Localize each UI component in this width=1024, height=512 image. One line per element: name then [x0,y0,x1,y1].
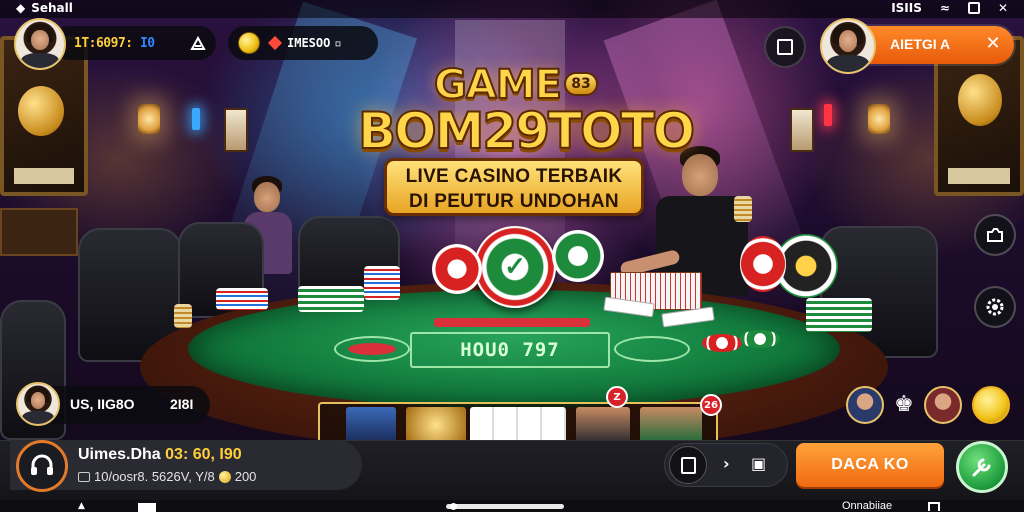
coin-icon [238,32,260,54]
account-name: Uimes.Dha [78,446,161,463]
felt-bet-marker [348,343,396,355]
close-icon: ✕ [997,1,1008,15]
balance-pill[interactable]: 1T:6097: I0 [52,26,216,60]
wall-lamp [868,104,890,134]
profile-icon [190,35,206,50]
spectator-avatar[interactable] [846,386,884,424]
host-avatar[interactable] [820,18,876,74]
poker-chip [740,236,786,292]
chip-stack [216,288,268,310]
spectator-avatar[interactable] [924,386,962,424]
recents-icon[interactable] [138,503,156,512]
tray-badge: 26 [700,394,722,416]
settings-button[interactable] [974,286,1016,328]
chip-stack [298,286,364,312]
seat-player-avatar[interactable] [16,382,60,426]
window-square-icon [777,39,793,55]
felt-bet-line [434,318,590,327]
felt-bet-area [614,336,690,362]
square-icon [680,456,696,474]
tray-card-slot[interactable] [406,407,466,443]
emoji-reaction-button[interactable] [972,386,1010,424]
chip-stack [174,304,192,328]
balance-accent: I0 [139,35,155,51]
back-icon[interactable]: ▲ [78,501,85,511]
coin-icon [218,470,231,483]
account-details: 10/oosr8. 5626V, Y/8 [94,469,215,484]
close-icon[interactable]: ✕ [982,33,1004,55]
chip-stack [734,196,752,222]
control-group: › ▣ [664,443,788,487]
tray-card-slot[interactable] [640,407,702,443]
logo-brand-name: BOM29TOTO [357,101,696,161]
chip-stack [364,266,400,300]
battery-icon [967,2,980,14]
window-toggle-button[interactable] [764,26,806,68]
tray-playing-cards[interactable] [470,407,566,443]
logo-tagline-line2: DI PEUTUR UNDOHAN [409,191,619,212]
account-coins: 200 [234,469,257,484]
status-right-text: ISIIS [891,1,922,15]
coin-balance-pill[interactable]: IMESOO ▫ [228,26,378,60]
seat-player-label: US, IIG8O [70,396,135,412]
nav-right-label: Onnabiiae [842,500,893,512]
system-status-bar: ◆ Sehall ISIIS ≈ ✕ [0,0,1024,18]
flat-chip [740,330,780,348]
camera-switch-button[interactable] [974,214,1016,256]
keyboard-icon[interactable] [928,502,940,511]
headset-icon [31,454,53,475]
large-poker-chip: ✓ [474,226,556,308]
home-indicator-dot [450,503,457,510]
tray-card-slot[interactable] [346,407,396,443]
poker-chip [432,244,482,294]
wall-poster [790,108,814,152]
player-avatar[interactable] [14,18,66,70]
ticket-icon [78,471,90,482]
signal-icon: ◆ [16,1,26,15]
alert-label: AIETGI A [890,36,951,52]
account-name-accent: 03: 60, I90 [165,446,242,463]
game-logo: GAME 83 BOM29TOTO LIVE CASINO TERBAIK DI… [357,58,696,218]
bar-counter [0,208,78,256]
neon-light [824,104,832,126]
home-handle[interactable] [446,504,564,509]
wifi-icon: ≈ [939,1,950,15]
gear-icon [986,298,1004,316]
status-left-text: Sehall [31,1,73,15]
chip-stack [806,298,872,332]
account-avatar[interactable] [16,440,68,492]
gem-icon [267,35,283,51]
neon-light [192,108,200,130]
primary-action-button[interactable]: DACA KO [796,443,944,487]
camera-rotate-icon [987,228,1003,242]
tools-button[interactable] [956,441,1008,493]
poker-chip [552,230,604,282]
coin-value: IMESOO [287,36,331,50]
table-center-panel: HOU0 797 [410,332,610,368]
seat-player-value: 2I8I [170,396,194,412]
wrench-icon [972,458,991,477]
gift-icon[interactable]: ▣ [751,454,766,473]
fullscreen-button[interactable] [669,446,707,484]
crown-icon: ♚ [894,392,914,417]
coin-suffix: ▫ [334,36,342,50]
logo-tagline-line1: LIVE CASINO TERBAIK [405,166,623,187]
balance-value: 1T:6097: [74,35,133,51]
flat-chip [702,334,742,352]
wall-poster [224,108,248,152]
tray-card-slot[interactable] [576,407,630,443]
logo-badge: 83 [564,72,598,96]
chevron-right-icon[interactable]: › [723,454,730,473]
tray-badge: Z [606,386,628,408]
wall-lamp [138,104,160,134]
logo-tagline-ribbon: LIVE CASINO TERBAIK DI PEUTUR UNDOHAN [384,158,644,216]
card-tray [318,402,718,444]
